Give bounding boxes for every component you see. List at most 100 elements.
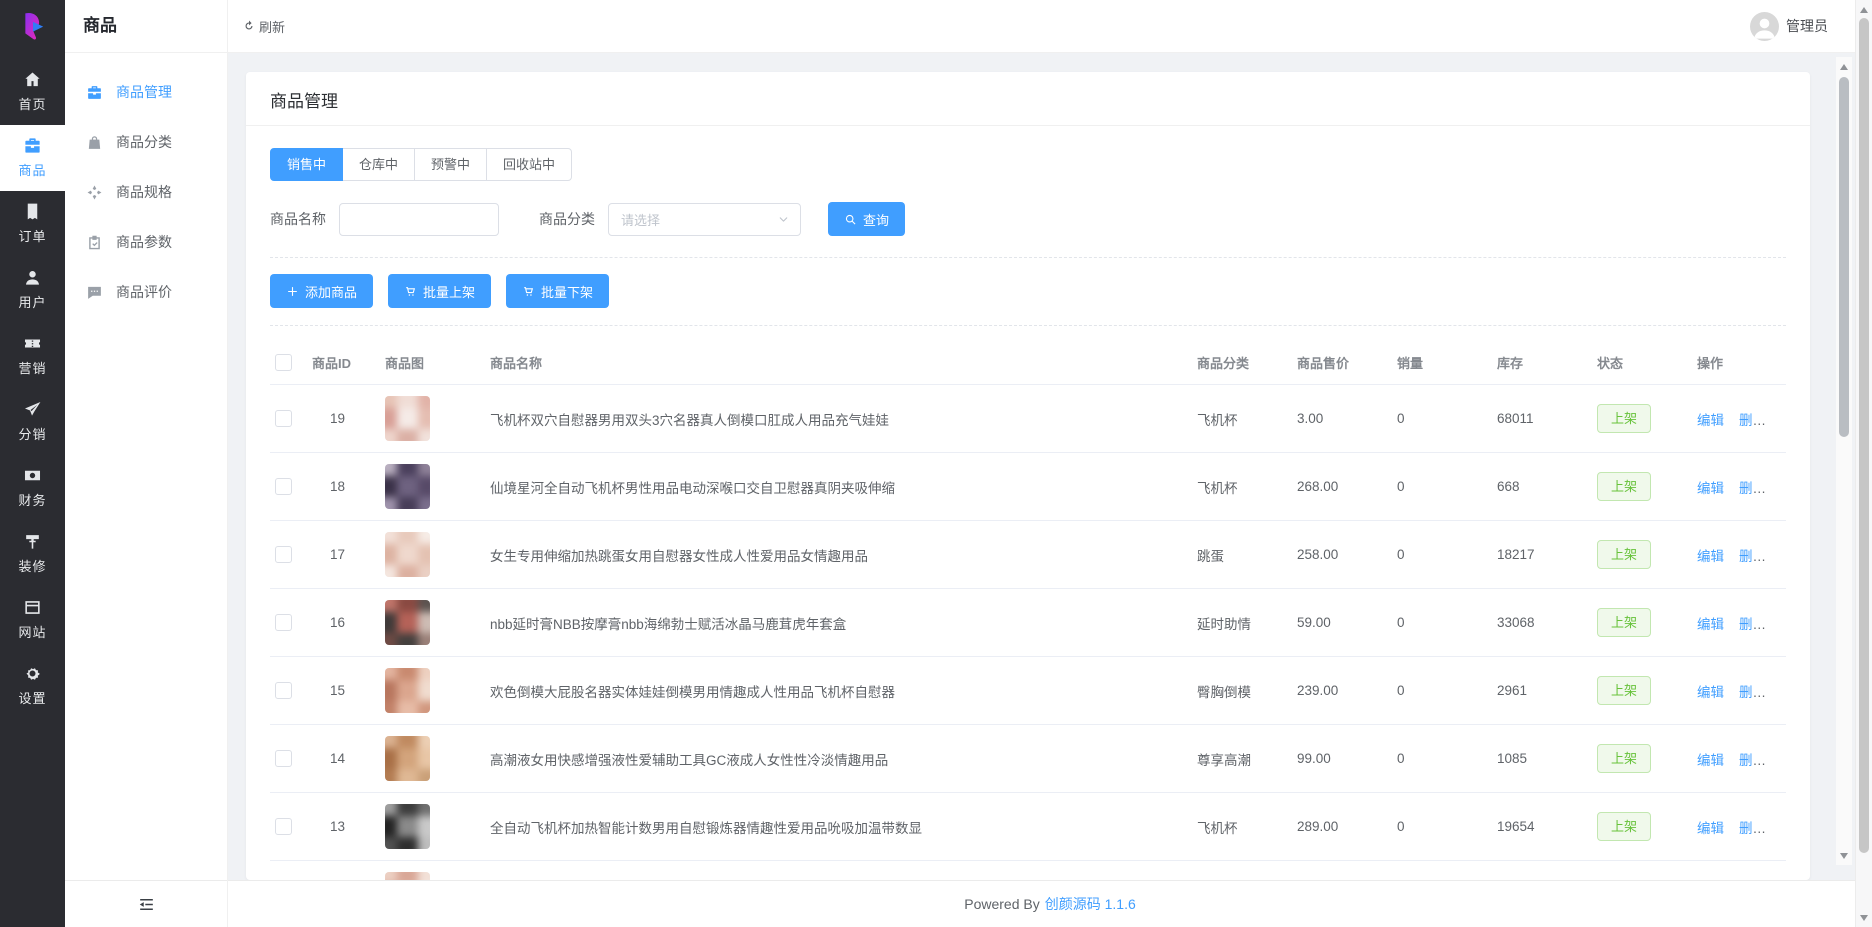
sidebar-item-distribution[interactable]: 分销 [0,389,65,455]
brand-link[interactable]: 创颜源码 1.1.6 [1045,894,1136,914]
tab-in-warehouse[interactable]: 仓库中 [342,148,415,181]
website-icon [23,598,42,617]
product-image[interactable] [385,600,430,645]
submenu-item-goods-spec[interactable]: 商品规格 [65,167,227,217]
edit-link[interactable]: 编辑 [1697,549,1724,564]
orders-icon [23,202,42,221]
search-button[interactable]: 查询 [828,202,905,236]
delete-link[interactable]: 删除 [1739,685,1766,700]
tab-recycle[interactable]: 回收站中 [486,148,572,181]
submenu-item-label: 商品分类 [116,132,172,152]
row-checkbox[interactable] [275,478,292,495]
edit-link[interactable]: 编辑 [1697,685,1724,700]
goods-category-label: 商品分类 [539,209,595,229]
row-checkbox[interactable] [275,682,292,699]
delete-link[interactable]: 删除 [1739,549,1766,564]
product-image[interactable] [385,872,430,880]
row-checkbox[interactable] [275,614,292,631]
product-sales: 0 [1397,547,1497,562]
chevron-down-icon [777,213,790,226]
app: 首页商品订单用户营销分销财务装修网站设置 商品 商品管理商品分类商品规格商品参数… [0,0,1872,927]
page-scrollbar-thumb[interactable] [1859,18,1869,853]
sidebar-item-label: 装修 [18,556,46,575]
table-row: 19飞机杯双穴自慰器男用双头3穴名器真人倒模口肛成人用品充气娃娃飞机杯3.000… [270,385,1786,453]
sidebar-item-marketing[interactable]: 营销 [0,323,65,389]
refresh-button[interactable]: 刷新 [242,17,285,36]
admin-menu[interactable]: 管理员 [1750,12,1828,41]
sidebar-item-goods[interactable]: 商品 [0,125,65,191]
sidebar-item-website[interactable]: 网站 [0,587,65,653]
delete-link[interactable]: 删除 [1739,481,1766,496]
sub-sidebar-title: 商品 [65,0,227,53]
sidebar-collapse[interactable] [65,880,227,927]
page-scrollbar[interactable] [1855,0,1872,927]
row-checkbox[interactable] [275,410,292,427]
product-image[interactable] [385,464,430,509]
product-image[interactable] [385,668,430,713]
delete-link[interactable]: 删除 [1739,617,1766,632]
scroll-up-icon[interactable] [1836,59,1852,74]
sidebar-item-users[interactable]: 用户 [0,257,65,323]
row-checkbox[interactable] [275,750,292,767]
product-image[interactable] [385,736,430,781]
add-goods-button[interactable]: 添加商品 [270,274,373,308]
product-sales: 0 [1397,411,1497,426]
edit-link[interactable]: 编辑 [1697,481,1724,496]
product-image[interactable] [385,532,430,577]
row-checkbox[interactable] [275,818,292,835]
edit-link[interactable]: 编辑 [1697,821,1724,836]
scroll-down-icon[interactable] [1836,848,1852,863]
column-header: 商品名称 [490,353,1197,372]
product-price: 239.00 [1297,683,1397,698]
tab-warning[interactable]: 预警中 [414,148,487,181]
sidebar-item-home[interactable]: 首页 [0,59,65,125]
submenu-item-goods-review[interactable]: 商品评价 [65,267,227,317]
select-all-checkbox[interactable] [275,354,292,371]
edit-link[interactable]: 编辑 [1697,753,1724,768]
content-scrollbar-thumb[interactable] [1839,77,1849,437]
batch-off-shelf-button[interactable]: 批量下架 [506,274,609,308]
status-badge: 上架 [1597,540,1651,569]
tab-on-sale[interactable]: 销售中 [270,148,343,181]
sidebar-item-decoration[interactable]: 装修 [0,521,65,587]
status-badge: 上架 [1597,676,1651,705]
column-header: 商品ID [312,353,385,372]
product-id: 17 [312,547,385,562]
submenu-item-goods-category[interactable]: 商品分类 [65,117,227,167]
sidebar-item-label: 设置 [18,688,46,707]
cart-icon [404,285,417,298]
product-stock: 1085 [1497,751,1597,766]
batch-on-shelf-button[interactable]: 批量上架 [388,274,491,308]
distribution-icon [23,400,42,419]
table-header: 商品ID商品图商品名称商品分类商品售价销量库存状态操作 [270,341,1786,385]
product-image[interactable] [385,804,430,849]
scroll-down-icon[interactable] [1856,910,1872,925]
delete-link[interactable]: 删除 [1739,753,1766,768]
edit-link[interactable]: 编辑 [1697,413,1724,428]
goods-name-input[interactable] [339,203,499,236]
sidebar-item-finance[interactable]: 财务 [0,455,65,521]
delete-link[interactable]: 删除 [1739,413,1766,428]
cart-icon [522,285,535,298]
column-header: 库存 [1497,353,1597,372]
content-scrollbar[interactable] [1836,57,1852,865]
admin-label: 管理员 [1786,16,1828,36]
product-sales: 0 [1397,479,1497,494]
row-checkbox[interactable] [275,546,292,563]
product-image[interactable] [385,396,430,441]
goods-name-label: 商品名称 [270,209,326,229]
goods-category-select[interactable]: 请选择 [608,203,801,236]
sidebar-item-orders[interactable]: 订单 [0,191,65,257]
delete-link[interactable]: 删除 [1739,821,1766,836]
submenu-item-goods-manage[interactable]: 商品管理 [65,67,227,117]
product-id: 14 [312,751,385,766]
sidebar-item-settings[interactable]: 设置 [0,653,65,719]
edit-link[interactable]: 编辑 [1697,617,1724,632]
scroll-up-icon[interactable] [1856,2,1872,17]
column-header: 销量 [1397,353,1497,372]
submenu-item-goods-params[interactable]: 商品参数 [65,217,227,267]
logo-icon [16,10,50,44]
table-body: 19飞机杯双穴自慰器男用双头3穴名器真人倒模口肛成人用品充气娃娃飞机杯3.000… [270,385,1786,880]
app-logo[interactable] [0,0,65,53]
content: 商品管理 销售中仓库中预警中回收站中 商品名称 商品分类 请选择 [228,53,1872,880]
